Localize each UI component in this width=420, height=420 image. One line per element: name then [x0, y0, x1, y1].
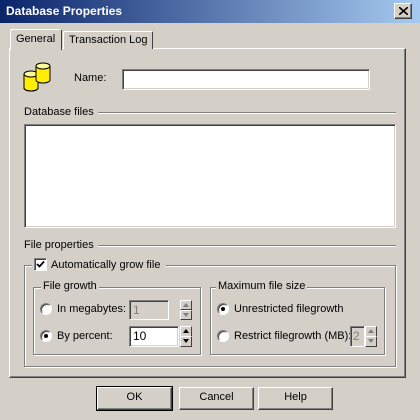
by-percent-radio[interactable] [40, 330, 52, 342]
restrict-label[interactable]: Restrict filegrowth (MB): [234, 330, 351, 342]
window-title: Database Properties [6, 4, 123, 18]
spinner-up[interactable] [180, 300, 192, 310]
arrow-up-icon [183, 329, 189, 333]
unrestricted-radio[interactable] [217, 303, 229, 315]
restrict-input[interactable]: 2 [350, 326, 365, 347]
file-growth-legend: File growth [41, 280, 99, 292]
tab-transaction-log[interactable]: Transaction Log [63, 31, 153, 49]
spinner-down[interactable] [365, 336, 377, 347]
checkmark-icon [36, 260, 45, 268]
max-file-size-legend: Maximum file size [216, 280, 308, 292]
tab-join [11, 47, 61, 50]
database-icon [23, 62, 51, 92]
spinner-up[interactable] [180, 326, 192, 337]
arrow-down-icon [368, 339, 374, 343]
spinner-down[interactable] [180, 336, 192, 347]
arrow-down-icon [183, 313, 189, 317]
database-files-label: Database files [24, 106, 98, 118]
arrow-down-icon [183, 339, 189, 343]
in-megabytes-spinner[interactable] [180, 300, 192, 320]
arrow-up-icon [183, 303, 189, 307]
auto-grow-checkbox[interactable] [34, 258, 47, 271]
unrestricted-label[interactable]: Unrestricted filegrowth [234, 303, 343, 315]
ok-button[interactable]: OK [96, 386, 173, 411]
by-percent-spinner[interactable] [180, 326, 192, 347]
close-button[interactable] [394, 3, 412, 19]
restrict-radio[interactable] [217, 330, 229, 342]
name-input[interactable] [122, 69, 370, 90]
cancel-button[interactable]: Cancel [179, 387, 254, 410]
auto-grow-label[interactable]: Automatically grow file [51, 259, 160, 271]
restrict-spinner[interactable] [365, 326, 377, 347]
by-percent-input[interactable]: 10 [129, 326, 179, 347]
spinner-up[interactable] [365, 326, 377, 337]
file-properties-label: File properties [24, 239, 98, 251]
name-label: Name: [74, 72, 107, 84]
arrow-up-icon [368, 329, 374, 333]
in-megabytes-label[interactable]: In megabytes: [57, 303, 126, 315]
close-icon [399, 7, 408, 15]
database-files-list[interactable] [24, 124, 396, 228]
by-percent-label[interactable]: By percent: [57, 330, 113, 342]
spinner-down[interactable] [180, 310, 192, 320]
in-megabytes-radio[interactable] [40, 303, 52, 315]
help-button[interactable]: Help [258, 387, 333, 410]
in-megabytes-input[interactable]: 1 [129, 300, 169, 320]
